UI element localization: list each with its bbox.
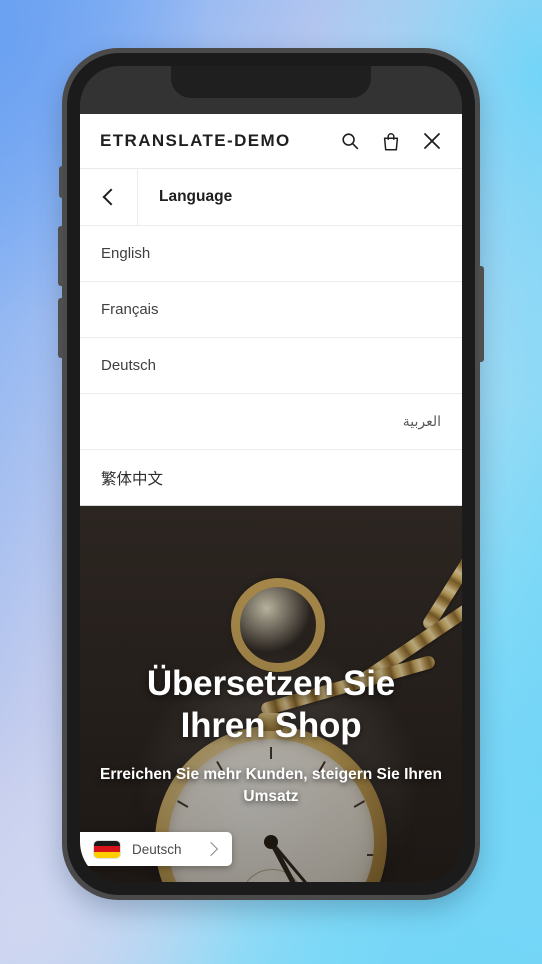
header-icon-group <box>338 129 444 153</box>
hero-title-line-2: Ihren Shop <box>180 706 362 746</box>
submenu-title: Language <box>159 188 233 205</box>
language-option-label: 繁体中文 <box>101 470 164 488</box>
language-switcher-label: Deutsch <box>132 841 182 857</box>
language-option-label: العربية <box>402 413 441 429</box>
phone-bezel: Übersetzen Sie Ihren Shop Erreichen Sie … <box>67 53 475 895</box>
power-button[interactable] <box>479 266 484 362</box>
shopping-bag-icon[interactable] <box>379 129 403 153</box>
silent-switch[interactable] <box>59 166 63 198</box>
phone-screen: Übersetzen Sie Ihren Shop Erreichen Sie … <box>80 66 462 882</box>
phone-notch <box>171 66 371 98</box>
hero-title: Übersetzen Sie Ihren Shop <box>98 663 444 748</box>
search-icon[interactable] <box>338 129 362 153</box>
volume-down-button[interactable] <box>58 298 63 358</box>
language-option-german[interactable]: Deutsch <box>80 338 462 394</box>
language-menu-drawer: ETRANSLATE-DEMO Language English Françai… <box>80 114 462 506</box>
language-option-arabic[interactable]: العربية <box>80 394 462 450</box>
language-submenu-header: Language <box>80 169 462 226</box>
language-option-english[interactable]: English <box>80 226 462 282</box>
status-bar <box>80 66 462 114</box>
language-list: English Français Deutsch العربية 繁体中文 <box>80 226 462 506</box>
chevron-right-icon <box>203 841 219 857</box>
close-icon[interactable] <box>420 129 444 153</box>
german-flag-icon <box>94 840 120 858</box>
language-option-label: Français <box>101 301 159 318</box>
phone-mockup: Übersetzen Sie Ihren Shop Erreichen Sie … <box>58 48 484 900</box>
chevron-left-icon <box>102 188 119 206</box>
language-switcher-widget[interactable]: Deutsch <box>80 832 232 866</box>
language-option-french[interactable]: Français <box>80 282 462 338</box>
store-brand-title: ETRANSLATE-DEMO <box>100 131 291 150</box>
hero-title-line-1: Übersetzen Sie <box>146 663 396 703</box>
volume-up-button[interactable] <box>58 226 63 286</box>
language-option-chinese[interactable]: 繁体中文 <box>80 450 462 506</box>
language-option-label: Deutsch <box>101 357 157 374</box>
back-button[interactable] <box>80 169 138 225</box>
hero-subtitle: Erreichen Sie mehr Kunden, steigern Sie … <box>100 766 442 805</box>
drawer-header: ETRANSLATE-DEMO <box>80 114 462 169</box>
language-option-label: English <box>101 245 151 262</box>
hero-copy: Übersetzen Sie Ihren Shop Erreichen Sie … <box>80 663 462 808</box>
